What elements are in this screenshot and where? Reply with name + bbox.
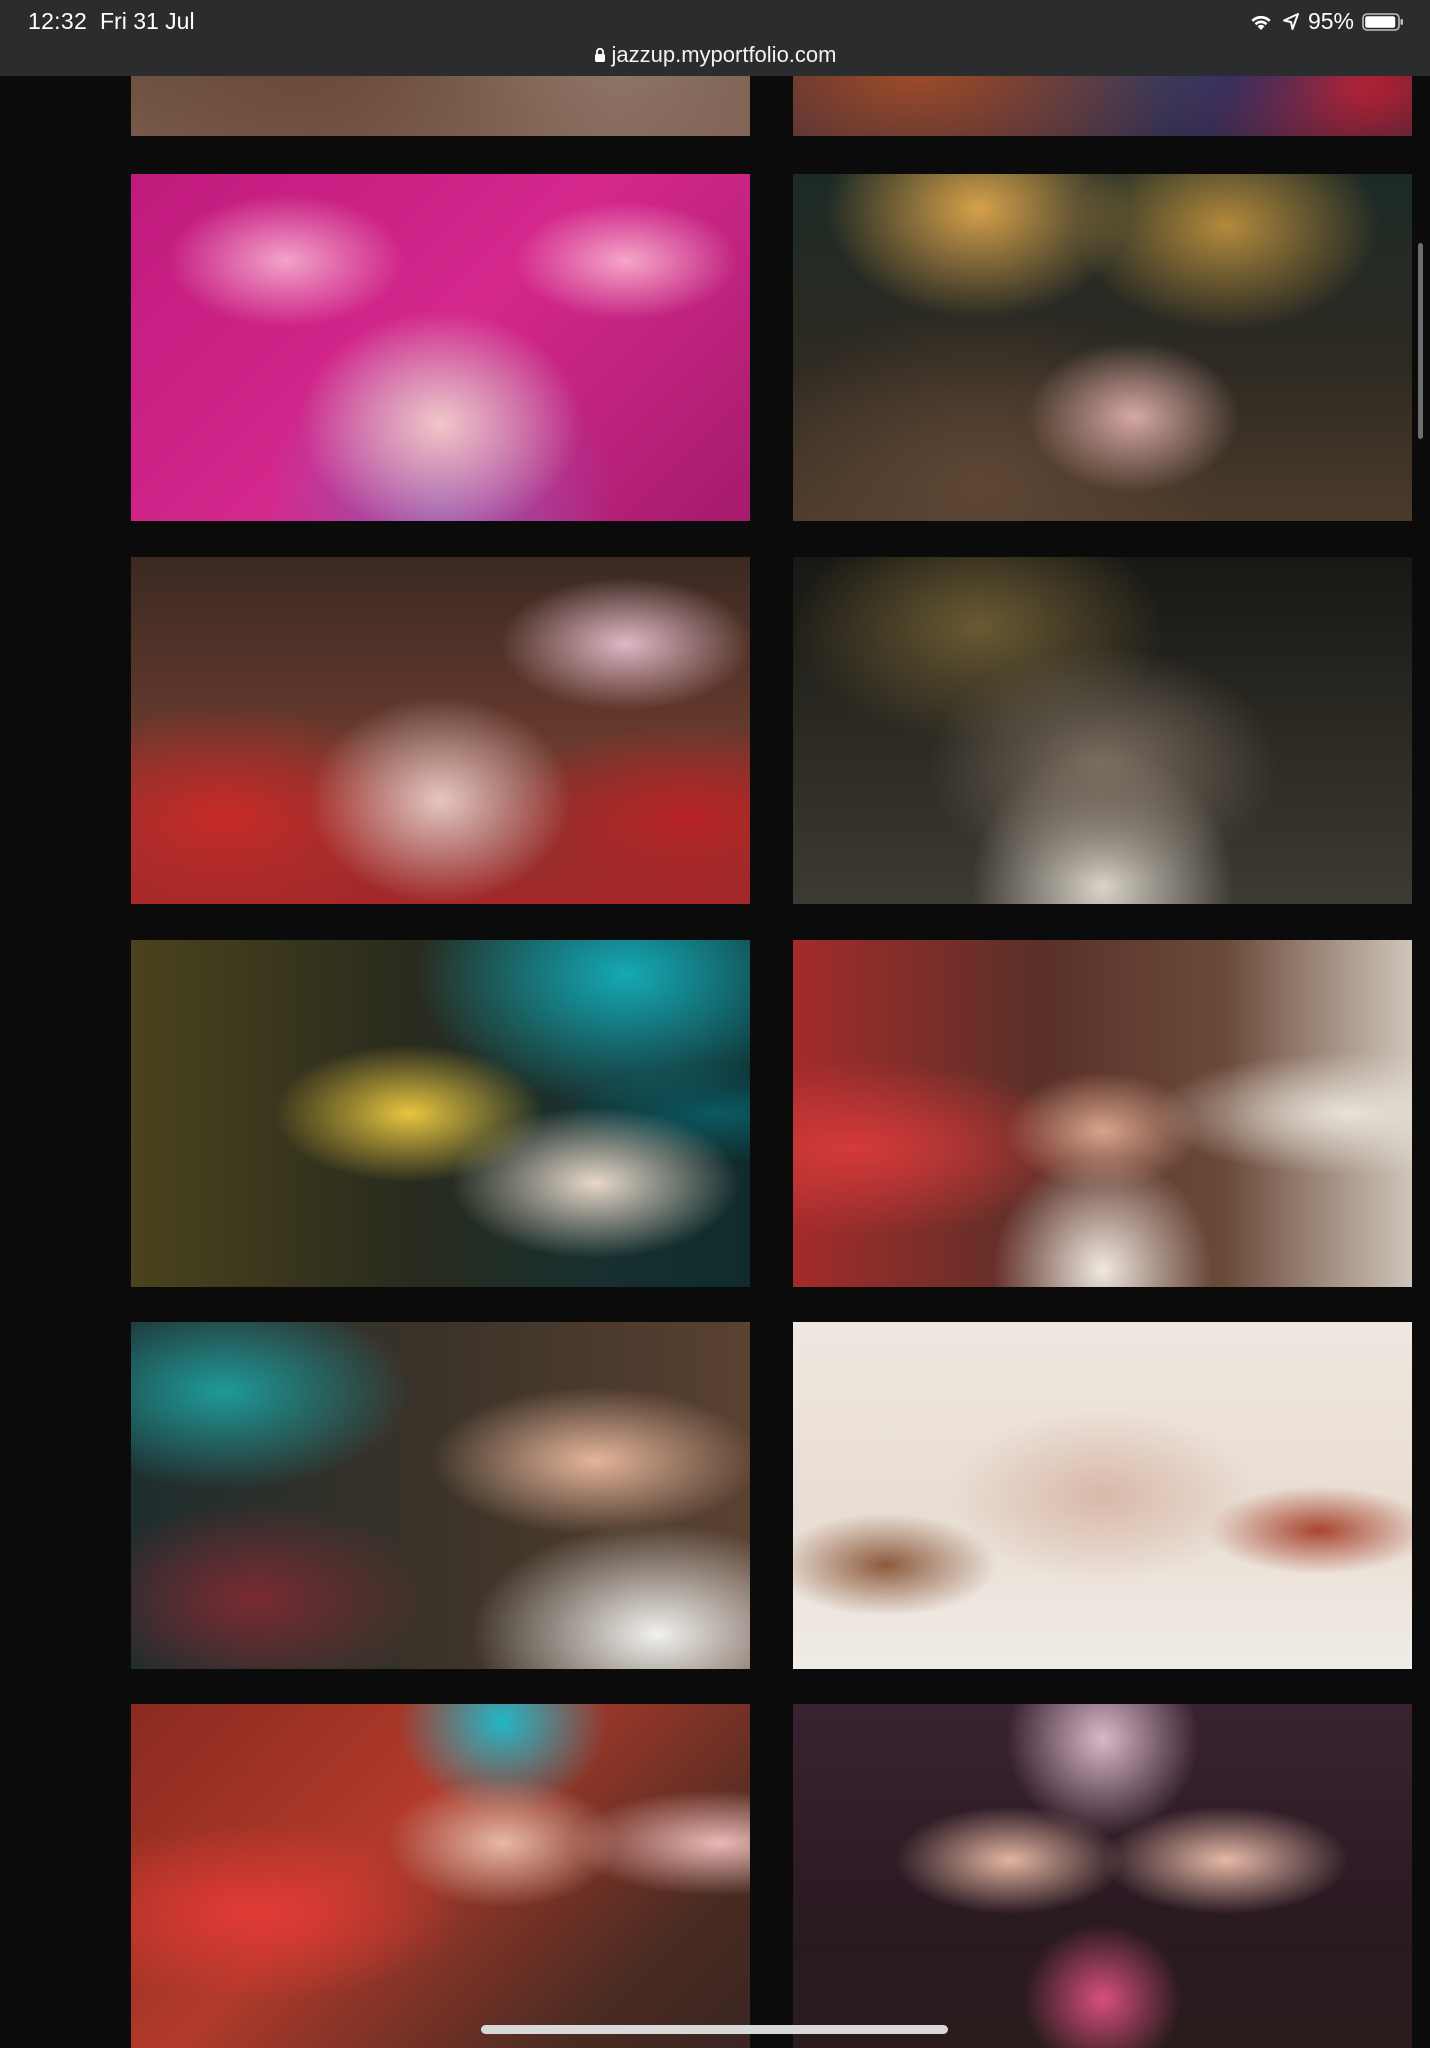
gallery-photo[interactable]: [131, 1704, 750, 2048]
url-text[interactable]: jazzup.myportfolio.com: [612, 42, 837, 68]
gallery-photo[interactable]: [131, 1322, 750, 1669]
gallery-photo[interactable]: [793, 1322, 1412, 1669]
gallery-photo[interactable]: [793, 1704, 1412, 2048]
battery-icon: [1362, 12, 1404, 32]
gallery-photo[interactable]: [131, 174, 750, 521]
home-indicator[interactable]: [481, 2025, 948, 2034]
gallery-photo[interactable]: [131, 940, 750, 1287]
gallery-photo[interactable]: [793, 557, 1412, 904]
gallery-photo[interactable]: [131, 557, 750, 904]
gallery-photo[interactable]: [793, 940, 1412, 1287]
lock-icon: [594, 47, 606, 63]
battery-percent: 95%: [1307, 8, 1354, 34]
status-time: 12:32: [28, 8, 88, 34]
status-date: Fri 31 Jul: [100, 8, 195, 34]
battery-level-fill: [1365, 15, 1396, 28]
status-indicators: 95%: [1248, 8, 1404, 35]
address-bar[interactable]: jazzup.myportfolio.com: [0, 40, 1430, 70]
wifi-icon: [1248, 12, 1274, 32]
photo-gallery: [0, 0, 1430, 2048]
location-icon: [1282, 12, 1300, 32]
scroll-indicator[interactable]: [1418, 243, 1423, 439]
screen: 12:32 Fri 31 Jul 95% jazzup.myportfolio.…: [0, 0, 1430, 2048]
browser-chrome: 12:32 Fri 31 Jul 95% jazzup.myportfolio.…: [0, 0, 1430, 76]
gallery-photo[interactable]: [793, 174, 1412, 521]
